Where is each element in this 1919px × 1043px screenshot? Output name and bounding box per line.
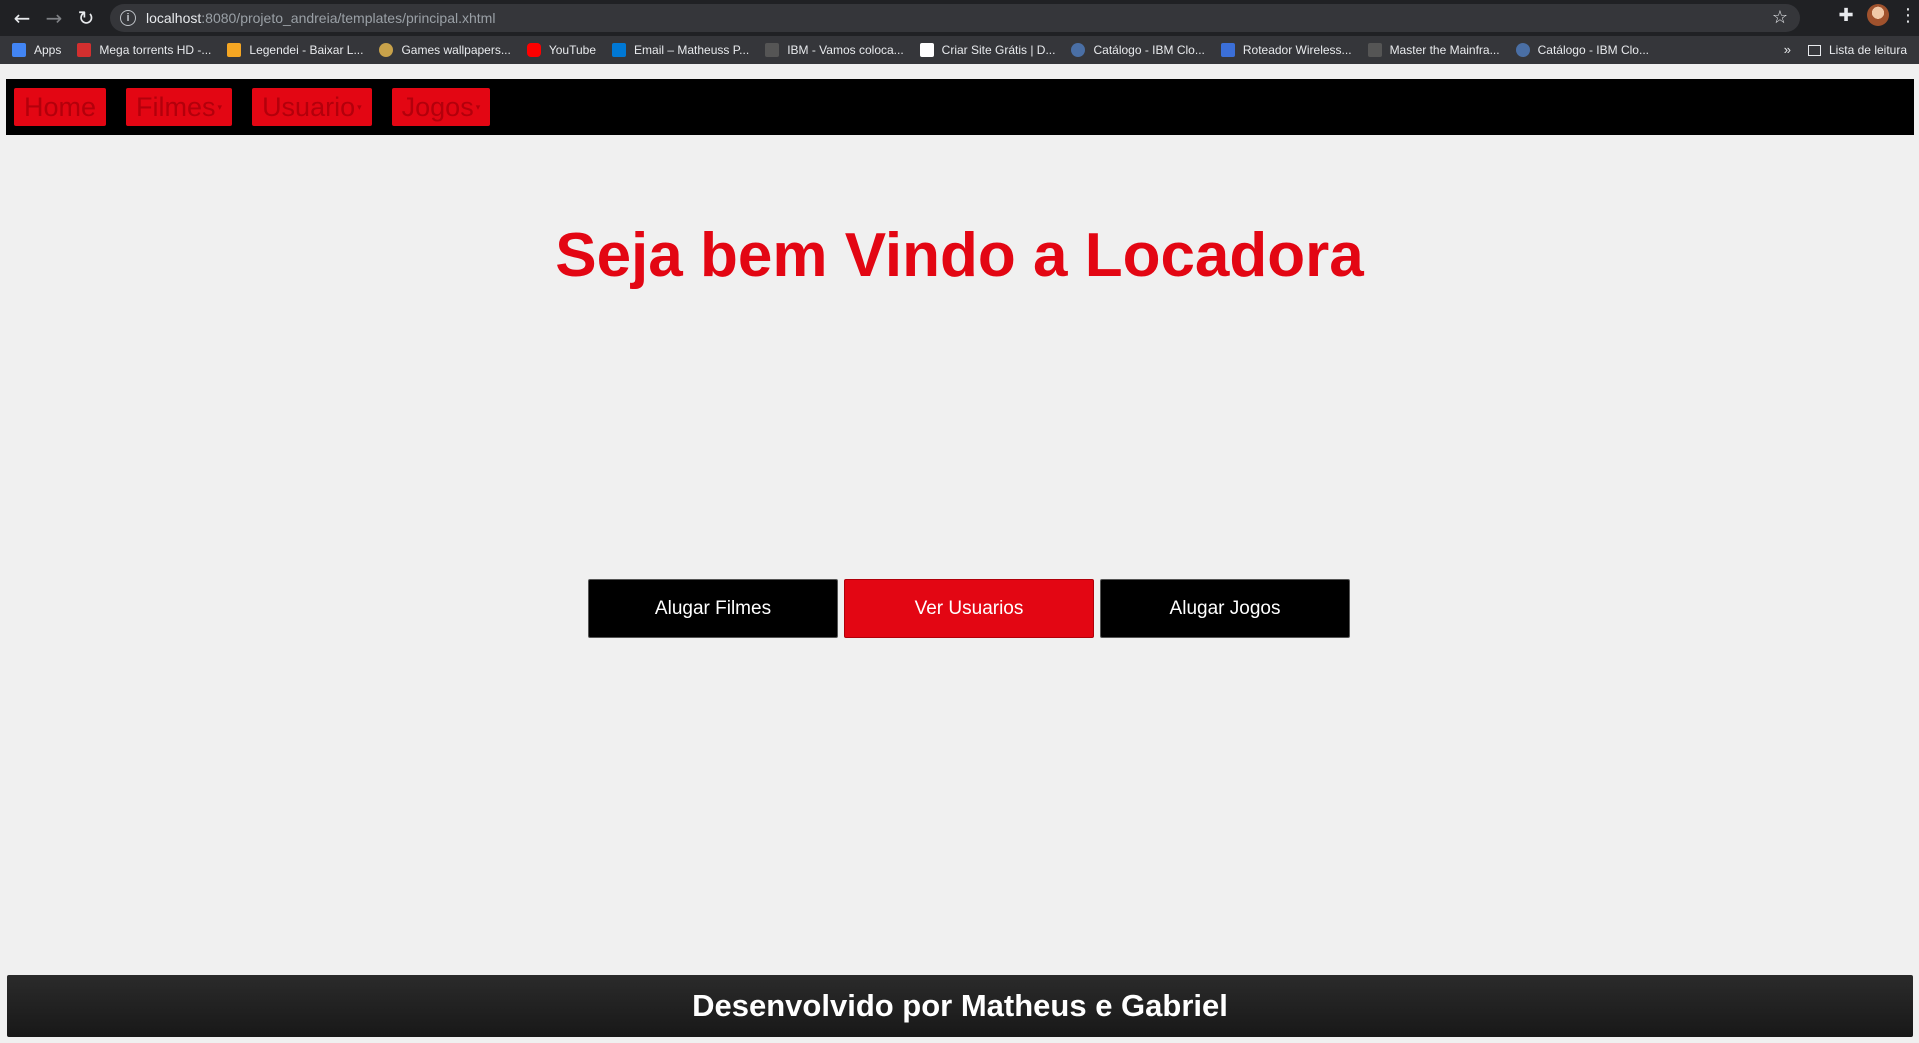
- bookmark-favicon-icon: [227, 43, 242, 57]
- menu-item-label: Filmes: [136, 91, 216, 122]
- bookmark-star-icon[interactable]: ☆: [1772, 7, 1788, 28]
- address-bar[interactable]: i localhost:8080/projeto_andreia/templat…: [110, 4, 1800, 32]
- bookmark-item[interactable]: Catálogo - IBM Clo...: [1071, 43, 1205, 57]
- browser-toolbar: ← → ↻ i localhost:8080/projeto_andreia/t…: [0, 0, 1919, 36]
- bookmark-item[interactable]: Mega torrents HD -...: [77, 43, 211, 57]
- bookmark-favicon-icon: [77, 43, 92, 57]
- reading-list-label: Lista de leitura: [1828, 43, 1907, 57]
- menu-item-label: Usuario: [262, 91, 356, 122]
- bookmark-label: Mega torrents HD -...: [99, 43, 212, 57]
- bookmark-item[interactable]: Criar Site Grátis | D...: [919, 43, 1056, 57]
- bookmark-label: IBM - Vamos coloca...: [787, 43, 904, 57]
- profile-avatar[interactable]: [1867, 4, 1889, 26]
- bookmark-item[interactable]: Roteador Wireless...: [1220, 43, 1352, 57]
- action-buttons: Alugar Filmes Ver Usuarios Alugar Jogos: [588, 579, 1350, 638]
- bookmark-label: Criar Site Grátis | D...: [941, 43, 1056, 57]
- back-icon[interactable]: ←: [6, 2, 38, 34]
- extensions-icon[interactable]: ✚: [1835, 5, 1857, 26]
- menu-item-label: Jogos: [401, 91, 474, 122]
- bookmark-favicon-icon: [1220, 43, 1235, 57]
- alugar-filmes-button[interactable]: Alugar Filmes: [588, 579, 838, 638]
- menu-item-label: Home: [24, 91, 97, 122]
- chevron-down-icon: ▾: [217, 101, 223, 112]
- bookmark-favicon-icon: [765, 43, 780, 57]
- bookmark-label: Roteador Wireless...: [1242, 43, 1352, 57]
- site-info-icon[interactable]: i: [120, 10, 136, 26]
- bookmark-item[interactable]: Catálogo - IBM Clo...: [1515, 43, 1649, 57]
- more-bookmarks-icon[interactable]: »: [1784, 42, 1791, 57]
- bookmark-favicon-icon: [379, 43, 394, 57]
- url-host: localhost: [146, 10, 202, 26]
- bookmark-label: Master the Mainfra...: [1389, 43, 1500, 57]
- cloud-icon: [1071, 43, 1086, 57]
- bookmark-label: Games wallpapers...: [401, 43, 511, 57]
- chevron-down-icon: ▾: [357, 101, 362, 112]
- footer: Desenvolvido por Matheus e Gabriel: [7, 975, 1913, 1037]
- apps-grid-icon: [12, 43, 26, 57]
- outlook-icon: [612, 43, 627, 57]
- menu-item-usuario[interactable]: Usuario ▾: [252, 88, 372, 126]
- bookmark-item[interactable]: Email – Matheuss P...: [612, 43, 749, 57]
- bookmarks-bar: Apps Mega torrents HD -... Legendei - Ba…: [0, 36, 1919, 64]
- menu-item-home[interactable]: Home: [14, 88, 107, 126]
- reading-list-button[interactable]: Lista de leitura: [1807, 43, 1907, 57]
- bookmark-label: Email – Matheuss P...: [634, 43, 750, 57]
- menu-item-filmes[interactable]: Filmes ▾: [126, 88, 233, 126]
- bookmark-label: Apps: [34, 43, 62, 57]
- wix-icon: [919, 43, 934, 57]
- bookmark-item[interactable]: Master the Mainfra...: [1367, 43, 1500, 57]
- bookmark-item[interactable]: Legendei - Baixar L...: [227, 43, 363, 57]
- footer-text: Desenvolvido por Matheus e Gabriel: [692, 988, 1228, 1023]
- bookmark-label: Catálogo - IBM Clo...: [1093, 43, 1205, 57]
- browser-menu-icon[interactable]: ⋮: [1899, 5, 1917, 26]
- bookmark-item[interactable]: YouTube: [526, 43, 597, 57]
- bookmark-label: Catálogo - IBM Clo...: [1537, 43, 1649, 57]
- reading-list-icon: [1807, 44, 1821, 56]
- bookmark-label: YouTube: [548, 43, 597, 57]
- page-content: Home Filmes ▾ Usuario ▾ Jogos ▾ Seja bem Vi…: [0, 68, 1919, 1043]
- url-path: :8080/projeto_andreia/templates/principa…: [201, 10, 496, 26]
- bookmark-label: Legendei - Baixar L...: [249, 43, 364, 57]
- reload-icon[interactable]: ↻: [70, 2, 102, 34]
- ver-usuarios-button[interactable]: Ver Usuarios: [844, 579, 1094, 638]
- page-title: Seja bem Vindo a Locadora: [555, 221, 1364, 290]
- menu-item-jogos[interactable]: Jogos ▾: [391, 88, 491, 126]
- alugar-jogos-button[interactable]: Alugar Jogos: [1100, 579, 1350, 638]
- menu-bar: Home Filmes ▾ Usuario ▾ Jogos ▾: [6, 79, 1914, 135]
- bookmark-apps[interactable]: Apps: [12, 43, 61, 57]
- youtube-icon: [526, 43, 541, 57]
- bookmark-favicon-icon: [1367, 43, 1382, 57]
- cloud-icon: [1515, 43, 1530, 57]
- chevron-down-icon: ▾: [475, 101, 481, 112]
- bookmark-item[interactable]: Games wallpapers...: [379, 43, 511, 57]
- forward-icon[interactable]: →: [38, 2, 70, 34]
- bookmark-item[interactable]: IBM - Vamos coloca...: [765, 43, 904, 57]
